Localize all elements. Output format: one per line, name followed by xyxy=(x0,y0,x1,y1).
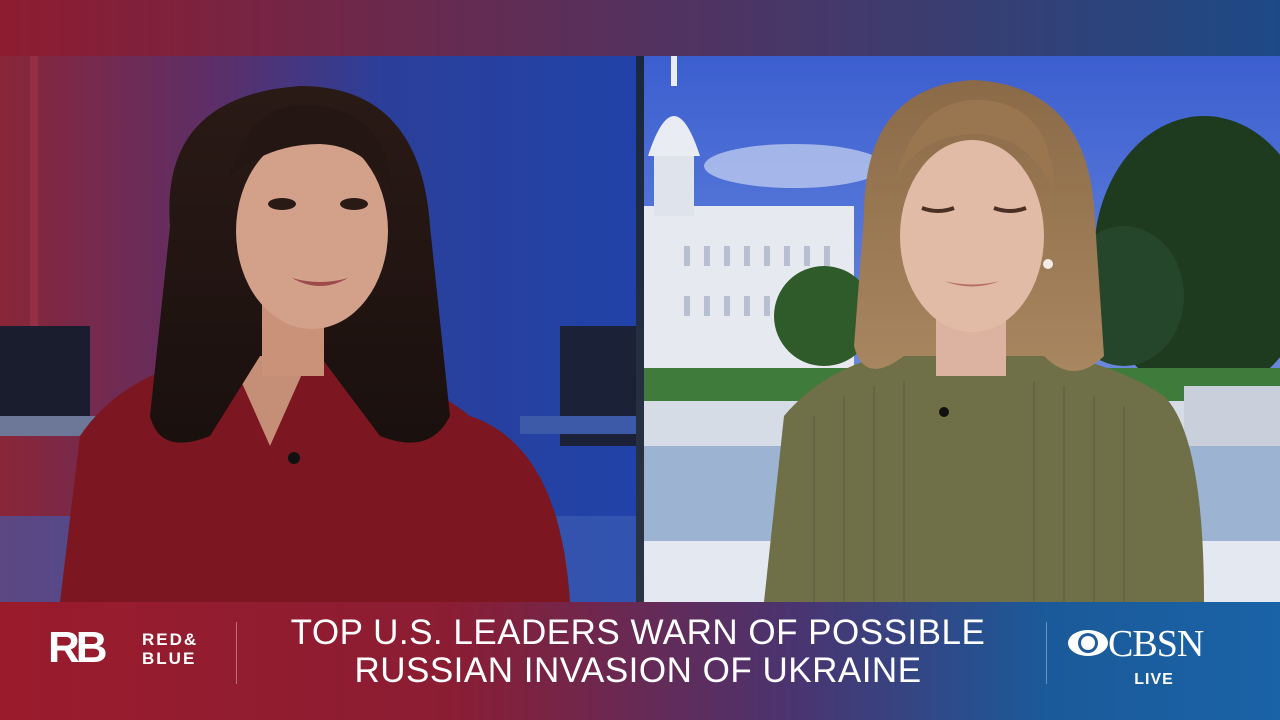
brand-line-2: BLUE xyxy=(142,649,197,668)
top-banner xyxy=(0,0,1280,56)
cbs-eye-icon xyxy=(1068,630,1108,656)
rb-logo: RB xyxy=(48,623,108,672)
red-and-blue-brand: RED& BLUE xyxy=(142,630,222,668)
anchor-scene xyxy=(0,56,636,602)
headline-line-1: TOP U.S. LEADERS WARN OF POSSIBLE xyxy=(290,613,986,652)
headline: TOP U.S. LEADERS WARN OF POSSIBLE RUSSIA… xyxy=(246,614,1030,694)
banner-separator-right xyxy=(1046,622,1047,684)
panel-divider xyxy=(636,56,644,602)
correspondent-video-panel xyxy=(644,56,1280,602)
live-badge: LIVE xyxy=(1134,671,1174,688)
correspondent-scene xyxy=(644,56,1280,602)
headline-line-2: RUSSIAN INVASION OF UKRAINE xyxy=(354,651,922,690)
banner-separator-left xyxy=(236,622,237,684)
network-logo-text: CBSN xyxy=(1108,623,1204,665)
brand-line-1: RED& xyxy=(142,630,199,649)
anchor-video-panel xyxy=(0,56,636,602)
